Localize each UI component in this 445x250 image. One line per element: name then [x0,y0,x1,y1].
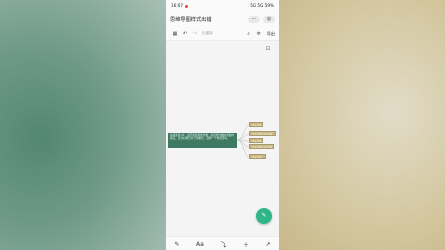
mindmap-child-node[interactable]: 分支主题 分支主题 [249,131,276,136]
status-time-group: 16:07 [171,3,189,8]
export-button[interactable]: 导出 [267,31,275,37]
saved-status: 已保存 [202,31,213,35]
mindmap-child-node[interactable]: 分支主题 [249,154,266,159]
status-right: 5G 5G 59% [250,3,274,8]
signal-icon: 5G 5G [250,3,264,8]
text-format-icon[interactable]: Aa [196,241,204,248]
bottom-toolbar: ✎ Aa ⤵ ＋ ↗ [166,236,279,250]
status-time: 16:07 [171,3,184,8]
background-right [279,0,445,250]
edit-fab-button[interactable]: ✎ [256,208,272,224]
phone-screen: 16:07 5G 5G 59% 思维导图样式出错 ⋯ ◎ ▦ ↶ ↷ 已保存 ⌕… [166,0,279,250]
more-icon[interactable]: ⋯ [248,15,260,23]
undo-icon[interactable]: ↶ [180,31,190,37]
calendar-icon[interactable]: ▦ [170,31,180,37]
share-icon[interactable]: ↗ [266,241,271,248]
background-left [0,0,166,250]
page-title: 思维导图样式出错 [170,16,212,23]
search-icon[interactable]: ⌕ [244,31,254,37]
battery-level: 59% [264,3,274,8]
style-icon[interactable]: ✎ [174,241,179,248]
branch-icon[interactable]: ⤵ [220,240,226,249]
toolbar: ▦ ↶ ↷ 已保存 ⌕ ✲ 导出 [166,27,279,41]
layout-icon[interactable]: ⊡ [264,46,272,53]
mindmap-child-node[interactable]: 分支主题 分支主题 [249,144,274,149]
redo-icon[interactable]: ↷ [190,31,200,37]
mindmap-child-node[interactable]: 分支主题 [249,122,263,127]
add-node-icon[interactable]: ＋ [243,240,249,249]
recording-icon [185,4,189,8]
settings-icon[interactable]: ◎ [263,15,275,23]
gear-icon[interactable]: ✲ [254,31,264,37]
mindmap-root-node[interactable]: 在描述第1步，展开新建思维导图，在思维导图中添加内容后，点击右侧分支下的格式，选… [168,133,237,148]
status-bar: 16:07 5G 5G 59% [166,0,279,11]
mindmap-child-node[interactable]: 分支主题 [249,138,263,143]
title-bar: 思维导图样式出错 ⋯ ◎ [166,11,279,27]
